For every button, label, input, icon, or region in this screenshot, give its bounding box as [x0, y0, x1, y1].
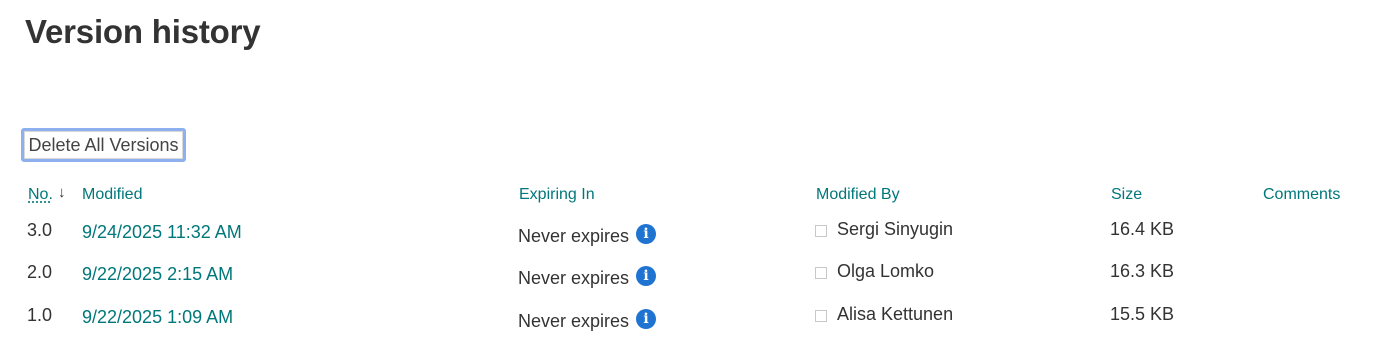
table-row: 3.0 9/24/2025 11:32 AM Never expires i Se… [0, 219, 1374, 260]
presence-checkbox-icon [815, 267, 827, 279]
info-icon[interactable]: i [636, 309, 657, 329]
page-title: Version history [25, 13, 261, 50]
column-header-modified-by[interactable]: Modified By [816, 186, 900, 204]
expiring-cell: Never expires i [518, 224, 657, 247]
file-size: 15.5 KB [1110, 304, 1175, 324]
sort-descending-icon: ↓ [58, 184, 66, 201]
modified-date-link[interactable]: 9/22/2025 1:09 AM [82, 307, 233, 328]
column-header-modified[interactable]: Modified [82, 186, 142, 204]
info-icon[interactable]: i [636, 266, 657, 286]
file-size: 16.3 KB [1110, 261, 1175, 281]
modified-date-link[interactable]: 9/24/2025 11:32 AM [82, 222, 242, 243]
expiring-cell: Never expires i [518, 266, 657, 289]
version-number: 2.0 [27, 262, 53, 282]
presence-checkbox-icon [815, 310, 827, 322]
modified-by-name[interactable]: Sergi Sinyugin [837, 219, 953, 240]
column-header-size[interactable]: Size [1111, 186, 1142, 204]
column-header-expiring-in[interactable]: Expiring In [519, 186, 595, 204]
expiring-text: Never expires [518, 226, 630, 246]
expiring-cell: Never expires i [518, 309, 657, 332]
modified-date-link[interactable]: 9/22/2025 2:15 AM [82, 264, 233, 285]
presence-checkbox-icon [815, 225, 827, 237]
expiring-text: Never expires [518, 311, 630, 331]
version-history-page: Version history Delete All Versions No. … [0, 0, 1374, 362]
table-row: 2.0 9/22/2025 2:15 AM Never expires i Olg… [0, 261, 1374, 302]
table-row: 1.0 9/22/2025 1:09 AM Never expires i Ali… [0, 304, 1374, 345]
file-size: 16.4 KB [1110, 219, 1175, 239]
modified-by-name[interactable]: Olga Lomko [837, 261, 934, 282]
modified-by-name[interactable]: Alisa Kettunen [837, 304, 953, 325]
column-header-comments[interactable]: Comments [1263, 186, 1340, 204]
info-icon[interactable]: i [636, 224, 657, 244]
version-number: 1.0 [27, 305, 53, 325]
delete-all-versions-button[interactable]: Delete All Versions [21, 128, 186, 162]
column-header-no[interactable]: No. [28, 186, 53, 204]
version-number: 3.0 [27, 220, 53, 240]
expiring-text: Never expires [518, 268, 630, 288]
